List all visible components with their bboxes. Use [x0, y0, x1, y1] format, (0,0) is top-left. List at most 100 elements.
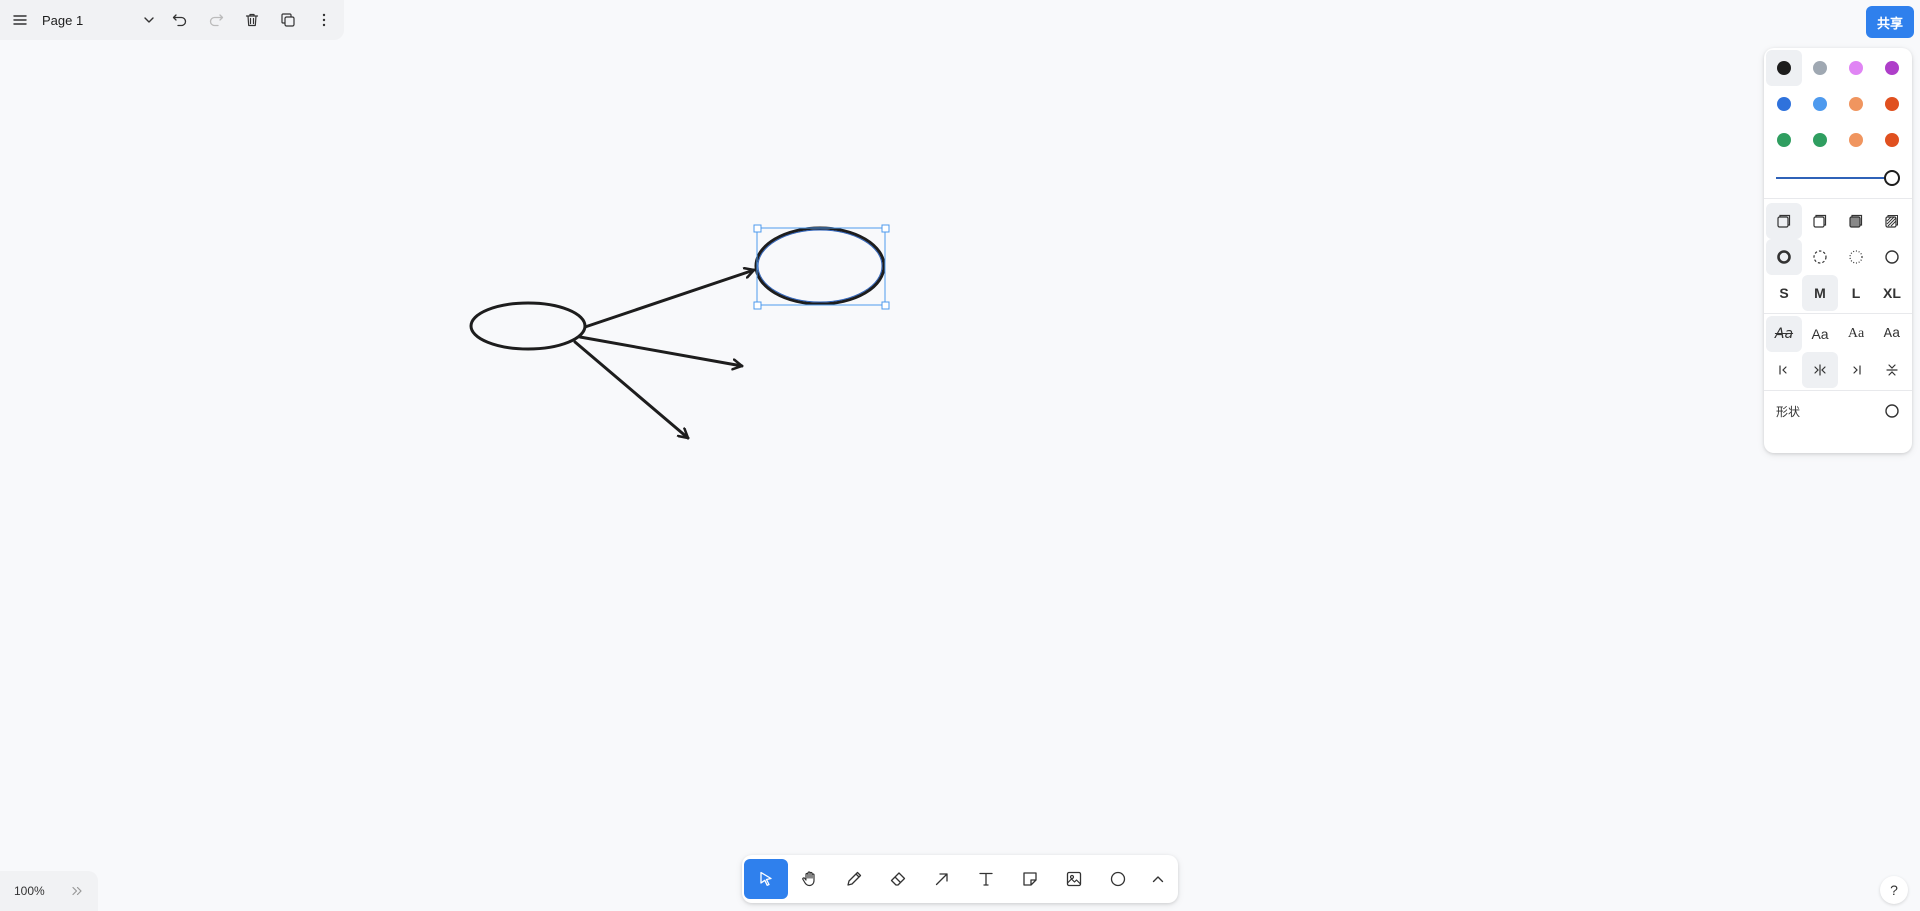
shape-tool[interactable]: [1096, 859, 1140, 899]
help-button[interactable]: ?: [1880, 876, 1908, 904]
color-swatch[interactable]: [1874, 122, 1910, 158]
font-mono-button[interactable]: Aa: [1874, 316, 1910, 352]
delete-button[interactable]: [234, 2, 270, 38]
select-tool[interactable]: [744, 859, 788, 899]
color-swatch[interactable]: [1874, 86, 1910, 122]
eraser-icon: [890, 872, 906, 886]
opacity-slider[interactable]: [1764, 158, 1912, 198]
color-swatch[interactable]: [1766, 122, 1802, 158]
color-dot: [1849, 133, 1863, 147]
align-end-icon: [1853, 365, 1861, 375]
color-swatch[interactable]: [1802, 50, 1838, 86]
opacity-slider-track[interactable]: [1776, 177, 1894, 179]
color-swatch[interactable]: [1802, 86, 1838, 122]
page-name: Page 1: [42, 12, 84, 28]
stroke-dashed-icon: [1813, 250, 1827, 264]
image-tool[interactable]: [1052, 859, 1096, 899]
align-middle-button[interactable]: [1802, 352, 1838, 388]
align-vertical-button[interactable]: [1874, 352, 1910, 388]
drawing-canvas[interactable]: [0, 0, 1920, 911]
arrow-right[interactable]: [578, 335, 744, 366]
duplicate-icon: [281, 13, 295, 27]
size-label: L: [1851, 285, 1861, 301]
fill-solid-button[interactable]: [1838, 203, 1874, 239]
arrow-down[interactable]: [573, 340, 690, 440]
tool-bar: [742, 855, 1178, 903]
color-dot: [1885, 97, 1899, 111]
color-dot: [1777, 61, 1791, 75]
duplicate-button[interactable]: [270, 2, 306, 38]
draw-tool[interactable]: [832, 859, 876, 899]
more-tools-button[interactable]: [1140, 859, 1176, 899]
size-label: M: [1814, 285, 1826, 301]
size-button-s[interactable]: S: [1766, 275, 1802, 311]
resize-handle-br[interactable]: [881, 301, 890, 310]
align-start-icon: [1779, 365, 1787, 375]
align-start-button[interactable]: [1766, 352, 1802, 388]
shape-selector[interactable]: 形状: [1764, 391, 1912, 431]
color-swatch[interactable]: [1802, 122, 1838, 158]
undo-button[interactable]: [162, 2, 198, 38]
align-middle-icon: [1814, 364, 1826, 376]
fill-none-icon: [1777, 214, 1791, 228]
stroke-solid-button[interactable]: [1874, 239, 1910, 275]
fill-semi-button[interactable]: [1802, 203, 1838, 239]
hamburger-icon: [13, 15, 27, 25]
hand-tool[interactable]: [788, 859, 832, 899]
note-tool[interactable]: [1008, 859, 1052, 899]
color-dot: [1885, 61, 1899, 75]
color-dot: [1813, 133, 1827, 147]
size-label: S: [1779, 285, 1789, 301]
pointer-icon: [760, 871, 772, 886]
stroke-dashed-button[interactable]: [1802, 239, 1838, 275]
stroke-draw-button[interactable]: [1766, 239, 1802, 275]
resize-handle-bl[interactable]: [753, 301, 762, 310]
undo-icon: [172, 14, 187, 27]
main-menu-button[interactable]: [2, 2, 38, 38]
color-swatch[interactable]: [1838, 50, 1874, 86]
hand-icon: [802, 871, 815, 887]
font-draw-button[interactable]: Aa: [1766, 316, 1802, 352]
resize-handle-tr[interactable]: [881, 224, 890, 233]
font-sans-button[interactable]: Aa: [1802, 316, 1838, 352]
sticky-note-icon: [1023, 872, 1037, 886]
zoom-level[interactable]: 100%: [14, 884, 70, 898]
color-swatch[interactable]: [1874, 50, 1910, 86]
arrow-tool[interactable]: [920, 859, 964, 899]
top-menu-bar: Page 1: [0, 0, 344, 40]
zoom-bar: 100%: [0, 871, 98, 911]
arrow-to-ellipse[interactable]: [583, 270, 756, 329]
size-button-l[interactable]: L: [1838, 275, 1874, 311]
chevron-down-icon: [144, 17, 154, 23]
arrow-icon: [935, 873, 948, 886]
source-ellipse[interactable]: [469, 301, 587, 351]
chevron-up-icon: [1152, 876, 1164, 883]
target-ellipse[interactable]: [754, 226, 886, 306]
stroke-dotted-button[interactable]: [1838, 239, 1874, 275]
color-swatch[interactable]: [1766, 50, 1802, 86]
size-button-xl[interactable]: XL: [1874, 275, 1910, 311]
size-button-m[interactable]: M: [1802, 275, 1838, 311]
align-end-button[interactable]: [1838, 352, 1874, 388]
resize-handle-tl[interactable]: [753, 224, 762, 233]
image-icon: [1066, 871, 1082, 887]
eraser-tool[interactable]: [876, 859, 920, 899]
share-button[interactable]: 共享: [1866, 6, 1914, 38]
fill-none-button[interactable]: [1766, 203, 1802, 239]
font-serif-button[interactable]: Aa: [1838, 316, 1874, 352]
text-tool[interactable]: [964, 859, 1008, 899]
double-chevron-right-icon[interactable]: [70, 884, 84, 898]
color-swatch[interactable]: [1838, 86, 1874, 122]
selection-box[interactable]: [753, 224, 890, 310]
opacity-slider-thumb[interactable]: [1884, 170, 1900, 186]
color-swatch[interactable]: [1766, 86, 1802, 122]
style-panel: S M L XL Aa Aa Aa Aa 形状: [1764, 48, 1912, 453]
color-dot: [1777, 97, 1791, 111]
page-selector[interactable]: Page 1: [38, 2, 162, 38]
more-options-button[interactable]: [306, 2, 342, 38]
more-vertical-icon: [322, 13, 326, 27]
redo-button[interactable]: [198, 2, 234, 38]
color-swatch[interactable]: [1838, 122, 1874, 158]
stroke-style-group: [1764, 239, 1912, 275]
fill-pattern-button[interactable]: [1874, 203, 1910, 239]
